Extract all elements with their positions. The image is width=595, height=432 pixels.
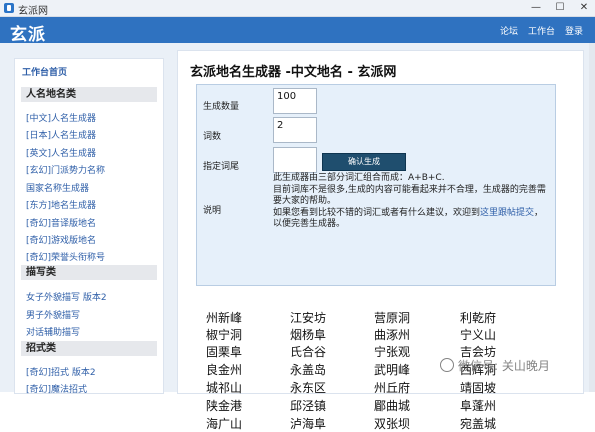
- sidebar-item-japanese-names[interactable]: [日本]人名生成器: [26, 128, 96, 141]
- generated-name: 永盖岛: [290, 363, 327, 377]
- page-scrollbar[interactable]: [589, 43, 595, 392]
- generated-name: 海广山: [206, 417, 243, 431]
- app-icon: [4, 3, 14, 13]
- sidebar-item-transliterated-places[interactable]: [奇幻]音译版地名: [26, 216, 96, 229]
- sidebar-item-magic-moves[interactable]: [奇幻]魔法招式: [26, 382, 87, 395]
- generated-name: 武明峰: [374, 363, 411, 377]
- sidebar-item-sect-names[interactable]: [玄幻]门派势力名称: [26, 163, 105, 176]
- wechat-watermark: 微信号: 关山晚月: [440, 357, 550, 374]
- generated-name: 永东区: [290, 381, 327, 395]
- count-label: 生成数量: [203, 102, 240, 112]
- generated-name: 利乾府: [460, 311, 497, 325]
- description-line-1: 此生成器由三部分词汇组合而成：A+B+C.: [273, 173, 445, 183]
- minimize-icon[interactable]: —: [531, 2, 541, 14]
- sidebar-item-chinese-names[interactable]: [中文]人名生成器: [26, 111, 96, 124]
- sidebar-item-english-names[interactable]: [英文]人名生成器: [26, 146, 96, 159]
- generated-name: 陕金港: [206, 399, 243, 413]
- generated-name: 宁张观: [374, 345, 411, 359]
- nav-workbench-link[interactable]: 工作台: [528, 24, 555, 37]
- site-header: 玄派 论坛 工作台 登录: [0, 17, 595, 45]
- window-title: 玄派网: [18, 6, 48, 17]
- generated-name: 固栗阜: [206, 345, 243, 359]
- nav-forum-link[interactable]: 论坛: [500, 24, 518, 37]
- generate-button[interactable]: 确认生成: [322, 153, 406, 171]
- wechat-icon: [440, 358, 454, 372]
- generated-name: 泸海阜: [290, 417, 327, 431]
- words-label: 词数: [203, 132, 222, 142]
- description-line-2: 目前词库不是很多,生成的内容可能看起来并不合理，生成器的完善需要大家的帮助。: [273, 184, 546, 207]
- sidebar-item-fantasy-moves[interactable]: [奇幻]招式 版本2: [26, 365, 96, 378]
- main-panel: 玄派地名生成器 -中文地名 - 玄派网 生成数量 100 词数 2 指定词尾 确…: [177, 50, 584, 431]
- generated-name: 氏合谷: [290, 345, 327, 359]
- sidebar-item-male-description[interactable]: 男子外貌描写: [26, 308, 80, 321]
- generated-name: 郿曲城: [374, 399, 411, 413]
- window-controls: — ☐ ✕: [531, 2, 589, 14]
- generated-name: 邱泾镇: [290, 399, 327, 413]
- generated-name: 良金州: [206, 363, 243, 377]
- feedback-link[interactable]: 这里跟帖提交: [480, 208, 534, 218]
- sidebar-item-female-description[interactable]: 女子外貌描写 版本2: [26, 290, 107, 303]
- watermark-text: 微信号: 关山晚月: [458, 359, 550, 373]
- sidebar-item-titles[interactable]: [奇幻]荣誉头衔称号: [26, 250, 105, 263]
- sidebar-section-moves: 招式类: [21, 341, 157, 356]
- generated-name: 椒宁洞: [206, 328, 243, 342]
- generated-name: 靖固坡: [460, 381, 497, 395]
- close-icon[interactable]: ✕: [579, 2, 589, 14]
- generated-name: 宁义山: [460, 328, 497, 342]
- generated-name: 双张坝: [374, 417, 411, 431]
- description-line-3: 如果您看到比较不错的词汇或者有什么建议，欢迎到这里跟帖提交，以便完善生成器。: [273, 208, 551, 231]
- description-line-3-pre: 如果您看到比较不错的词汇或者有什么建议，欢迎到: [273, 207, 481, 218]
- nav-login-link[interactable]: 登录: [565, 24, 583, 37]
- generated-name: 州丘府: [374, 381, 411, 395]
- sidebar: 工作台首页 人名地名类 [中文]人名生成器 [日本]人名生成器 [英文]人名生成…: [14, 58, 164, 395]
- description-label: 说明: [203, 206, 222, 216]
- sidebar-item-dialogue-description[interactable]: 对话辅助描写: [26, 325, 80, 338]
- generated-name: 宛盖城: [460, 417, 497, 431]
- generated-name: 城祁山: [206, 381, 243, 395]
- sidebar-item-country-names[interactable]: 国家名称生成器: [26, 181, 89, 194]
- window-titlebar: 玄派网 — ☐ ✕: [0, 0, 595, 17]
- sidebar-item-game-places[interactable]: [奇幻]游戏版地名: [26, 233, 96, 246]
- suffix-input[interactable]: [273, 147, 317, 173]
- count-input[interactable]: 100: [273, 88, 317, 114]
- sidebar-item-eastern-places[interactable]: [东方]地名生成器: [26, 198, 96, 211]
- generated-name: 阜蓬州: [460, 399, 497, 413]
- sidebar-section-description: 描写类: [21, 265, 157, 280]
- page-title: 玄派地名生成器 -中文地名 - 玄派网: [190, 65, 397, 80]
- generated-name: 江安坊: [290, 311, 327, 325]
- generator-form: 生成数量 100 词数 2 指定词尾 确认生成 说明 此生成器由三部分词汇组合而…: [196, 84, 556, 286]
- sidebar-section-names: 人名地名类: [21, 87, 157, 102]
- generated-name: 烟杨阜: [290, 328, 327, 342]
- words-input[interactable]: 2: [273, 117, 317, 143]
- generated-name: 营原洞: [374, 311, 411, 325]
- description-text: 此生成器由三部分词汇组合而成：A+B+C. 目前词库不是很多,生成的内容可能看起…: [273, 173, 551, 231]
- top-nav: 论坛 工作台 登录: [500, 24, 583, 37]
- sidebar-home-link[interactable]: 工作台首页: [22, 65, 67, 78]
- suffix-label: 指定词尾: [203, 162, 240, 172]
- site-logo[interactable]: 玄派: [10, 20, 46, 45]
- generated-name: 曲涿州: [374, 328, 411, 342]
- generated-name: 州新峰: [206, 311, 243, 325]
- maximize-icon[interactable]: ☐: [555, 2, 565, 14]
